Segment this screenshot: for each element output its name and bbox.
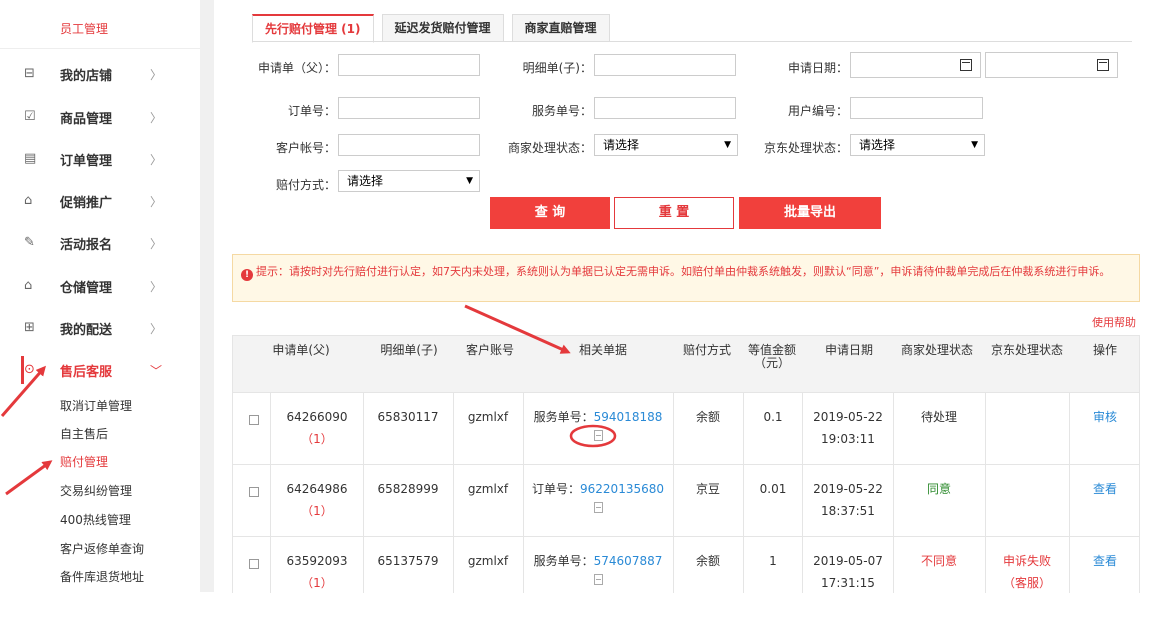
annotation-arrow xyxy=(464,304,571,354)
annotation-arrow xyxy=(5,460,53,496)
annotation-circle xyxy=(569,424,617,448)
annotation-overlay xyxy=(0,304,617,496)
annotation-arrow xyxy=(0,365,46,417)
